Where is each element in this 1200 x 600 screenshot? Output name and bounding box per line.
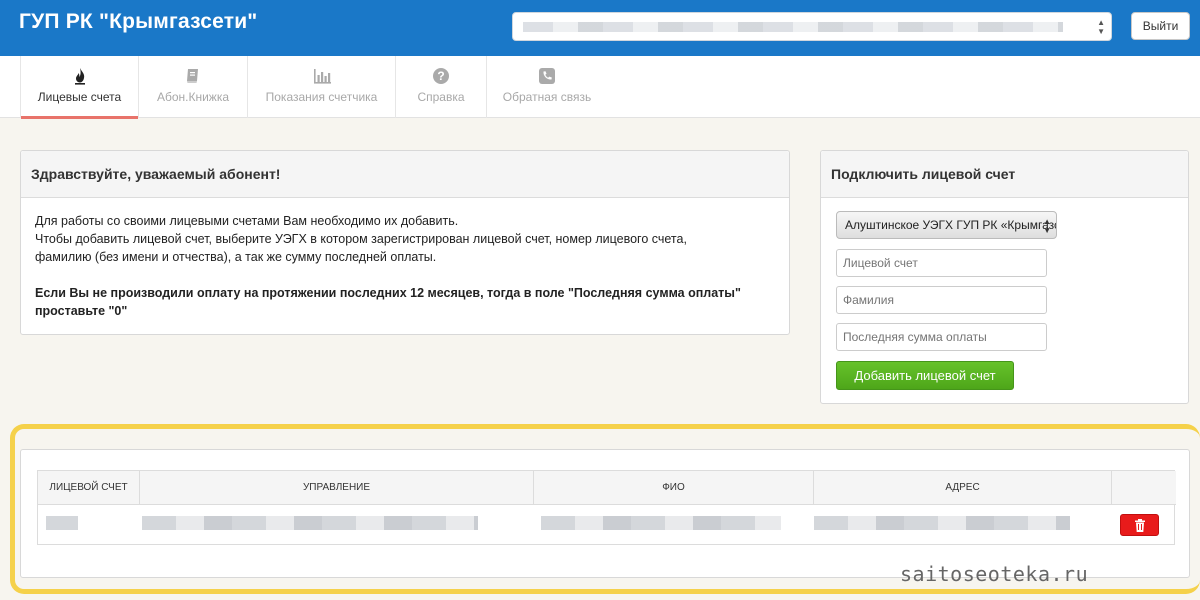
tab-label: Показания счетчика: [265, 90, 378, 104]
column-header-name: ФИО: [534, 471, 814, 505]
flame-icon: [74, 68, 85, 85]
account-select-value-redacted: [523, 22, 1063, 32]
redacted-value: [46, 516, 78, 530]
tab-subscriber-book[interactable]: Абон.Книжка: [139, 56, 248, 118]
book-icon: [187, 69, 198, 83]
tab-label: Справка: [417, 90, 465, 104]
column-header-account: Лицевой счет: [38, 471, 140, 505]
welcome-note: проставьте "0": [35, 304, 128, 318]
top-bar: ГУП РК "Крымгазсети" ▲ ▼ Выйти: [0, 0, 1200, 56]
welcome-panel: Здравствуйте, уважаемый абонент! Для раб…: [20, 150, 790, 335]
logout-button[interactable]: Выйти: [1131, 12, 1190, 40]
last-payment-input[interactable]: [836, 323, 1047, 351]
watermark: saitoseoteka.ru: [900, 562, 1089, 586]
site-title: ГУП РК "Крымгазсети": [19, 10, 258, 33]
table-cell-address: [814, 505, 1112, 545]
tab-accounts[interactable]: Лицевые счета: [20, 56, 139, 119]
column-header-actions: [1112, 471, 1176, 505]
connect-title: Подключить лицевой счет: [821, 151, 1188, 198]
welcome-line: Для работы со своими лицевыми счетами Ва…: [35, 214, 459, 228]
redacted-value: [814, 516, 1070, 530]
table-cell-account: [38, 505, 140, 545]
account-number-input[interactable]: [836, 249, 1047, 277]
accounts-table: Лицевой счет Управление ФИО Адрес: [37, 470, 1176, 545]
connect-account-panel: Подключить лицевой счет Алуштинское УЭГХ…: [820, 150, 1189, 404]
welcome-text: Для работы со своими лицевыми счетами Ва…: [21, 198, 789, 320]
delete-account-button[interactable]: [1120, 514, 1159, 536]
account-select[interactable]: ▲ ▼: [512, 12, 1112, 41]
column-header-department: Управление: [140, 471, 534, 505]
tab-label: Обратная связь: [502, 90, 592, 104]
tab-help[interactable]: ? Справка: [396, 56, 487, 118]
uegx-select[interactable]: Алуштинское УЭГХ ГУП РК «Крымгазсети» ▲▼: [836, 211, 1057, 239]
redacted-value: [541, 516, 781, 530]
svg-text:?: ?: [437, 69, 444, 83]
table-cell-department: [140, 505, 534, 545]
welcome-note: Если Вы не производили оплату на протяже…: [35, 286, 741, 300]
uegx-select-value: Алуштинское УЭГХ ГУП РК «Крымгазсети»: [845, 218, 1056, 232]
welcome-line: Чтобы добавить лицевой счет, выберите УЭ…: [35, 232, 687, 246]
tab-label: Абон.Книжка: [156, 90, 230, 104]
trash-icon: [1134, 519, 1145, 532]
tab-bar: Лицевые счета Абон.Книжка Показания счет…: [0, 56, 1200, 119]
redacted-value: [142, 516, 478, 530]
tab-meter-readings[interactable]: Показания счетчика: [248, 56, 396, 118]
select-arrows-icon: ▲ ▼: [1097, 18, 1105, 36]
tab-feedback[interactable]: Обратная связь: [487, 56, 607, 118]
welcome-title: Здравствуйте, уважаемый абонент!: [21, 151, 789, 198]
question-icon: ?: [433, 68, 449, 84]
phone-icon: [539, 68, 555, 84]
tab-label: Лицевые счета: [37, 90, 122, 104]
table-cell-name: [534, 505, 814, 545]
column-header-address: Адрес: [814, 471, 1112, 505]
bar-chart-icon: [313, 69, 331, 84]
accounts-table-panel: Лицевой счет Управление ФИО Адрес: [20, 449, 1190, 578]
select-arrows-icon: ▲ ▼: [1043, 217, 1051, 235]
add-account-button[interactable]: Добавить лицевой счет: [836, 361, 1014, 390]
surname-input[interactable]: [836, 286, 1047, 314]
welcome-line: фамилию (без имени и отчества), а так же…: [35, 250, 437, 264]
